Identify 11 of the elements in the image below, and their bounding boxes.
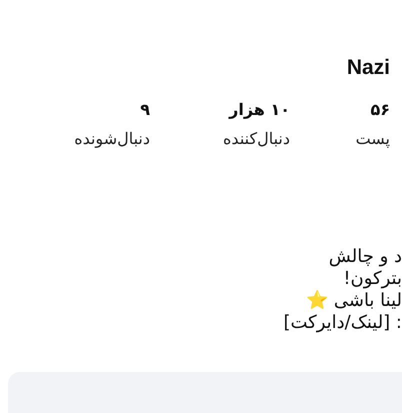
- profile-name: Nazi: [346, 56, 390, 80]
- stat-label: پست: [356, 129, 390, 148]
- stat-label: دنبال‌کننده: [223, 129, 290, 148]
- stat-value: ۵۶: [370, 100, 390, 119]
- bio-line: : [لینک/دایرکت]: [283, 312, 402, 334]
- bio-line: لینا باشی ⭐: [305, 290, 402, 312]
- stat-label: دنبال‌شونده: [74, 129, 150, 148]
- stat-value: ۹: [140, 100, 150, 119]
- bio-line: د و چالش: [328, 246, 402, 268]
- bio-line: بترکون!: [342, 268, 402, 290]
- stat-value: ۱۰ هزار: [229, 100, 290, 119]
